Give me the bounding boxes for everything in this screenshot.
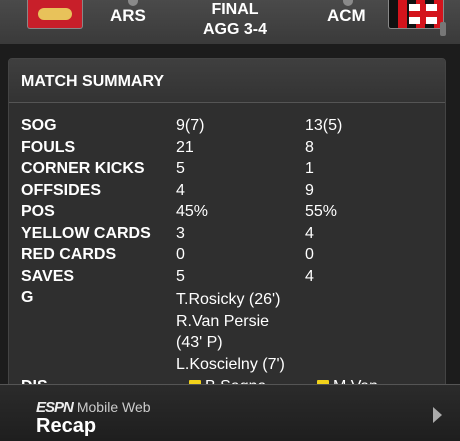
- away-team-abbr: ACM: [327, 6, 366, 25]
- stats-table: SOG 9(7) 13(5) FOULS 21 8 CORNER KICKS 5…: [21, 117, 441, 391]
- stat-label: G: [21, 289, 34, 306]
- stat-row-sog: SOG 9(7) 13(5): [21, 117, 441, 139]
- goal-scorer: T.Rosicky (26'): [176, 291, 281, 308]
- goal-scorer: L.Koscielny (7'): [176, 356, 285, 374]
- stat-label: OFFSIDES: [21, 181, 102, 199]
- match-status: FINAL AGG 3-4: [180, 0, 290, 40]
- stat-label: CORNER KICKS: [21, 160, 145, 177]
- stat-away-value: 4: [305, 267, 314, 285]
- stat-label: SOG: [21, 117, 57, 134]
- stat-home-value: 9(7): [176, 117, 205, 134]
- stat-away-value: 4: [305, 224, 314, 242]
- recap-link-bar[interactable]: ESPN Mobile Web Recap: [0, 384, 460, 441]
- stat-row-offsides: OFFSIDES 4 9: [21, 182, 441, 204]
- chevron-right-icon[interactable]: [433, 407, 442, 423]
- arsenal-crest-icon[interactable]: [27, 0, 83, 29]
- goal-scorers-list: T.Rosicky (26') R.Van Persie (43' P) L.K…: [176, 289, 316, 376]
- goal-scorer: (43' P): [176, 334, 223, 352]
- stat-away-value: 1: [305, 160, 314, 177]
- stat-home-value: 0: [176, 246, 185, 263]
- home-team-abbr: ARS: [110, 6, 146, 25]
- ac-milan-crest-icon[interactable]: [388, 0, 444, 29]
- match-summary-title: MATCH SUMMARY: [9, 59, 445, 103]
- match-summary-card: MATCH SUMMARY SOG 9(7) 13(5) FOULS 21 8 …: [8, 58, 446, 392]
- stat-home-value: 21: [176, 138, 194, 156]
- stat-row-possession: POS 45% 55%: [21, 203, 441, 225]
- stat-row-corner-kicks: CORNER KICKS 5 1: [21, 160, 441, 182]
- stat-row-yellow-cards: YELLOW CARDS 3 4: [21, 225, 441, 247]
- scoreboard-header: ARS FINAL AGG 3-4 ACM: [0, 0, 460, 44]
- stat-away-value: 55%: [305, 203, 338, 220]
- espn-mobile-web-brand: ESPN Mobile Web: [36, 399, 151, 416]
- stat-row-fouls: FOULS 21 8: [21, 139, 441, 161]
- stat-row-red-cards: RED CARDS 0 0: [21, 246, 441, 268]
- stat-away-value: 0: [305, 246, 314, 263]
- recap-link[interactable]: Recap: [36, 415, 96, 438]
- stat-home-value: 5: [176, 160, 185, 177]
- stat-away-value: 8: [305, 138, 314, 156]
- stat-label: SAVES: [21, 267, 75, 285]
- stat-label: FOULS: [21, 138, 76, 156]
- scrollbar-thumb[interactable]: [440, 22, 446, 36]
- stat-away-value: 13(5): [305, 117, 343, 134]
- brand-text: Mobile Web: [76, 399, 151, 415]
- espn-logo: ESPN: [36, 399, 74, 416]
- stat-row-saves: SAVES 5 4: [21, 268, 441, 290]
- stat-away-value: 9: [305, 181, 314, 199]
- stat-label: POS: [21, 203, 55, 220]
- status-final: FINAL: [211, 1, 259, 18]
- stat-row-goals: G T.Rosicky (26') R.Van Persie (43' P) L…: [21, 289, 441, 376]
- stat-label: YELLOW CARDS: [21, 224, 151, 242]
- status-aggregate: AGG 3-4: [202, 21, 267, 38]
- stat-home-value: 4: [176, 181, 185, 199]
- stat-home-value: 5: [176, 267, 185, 285]
- stat-home-value: 3: [176, 224, 185, 242]
- stat-home-value: 45%: [176, 203, 209, 220]
- stat-label: RED CARDS: [21, 246, 117, 263]
- goal-scorer: R.Van Persie: [176, 312, 270, 330]
